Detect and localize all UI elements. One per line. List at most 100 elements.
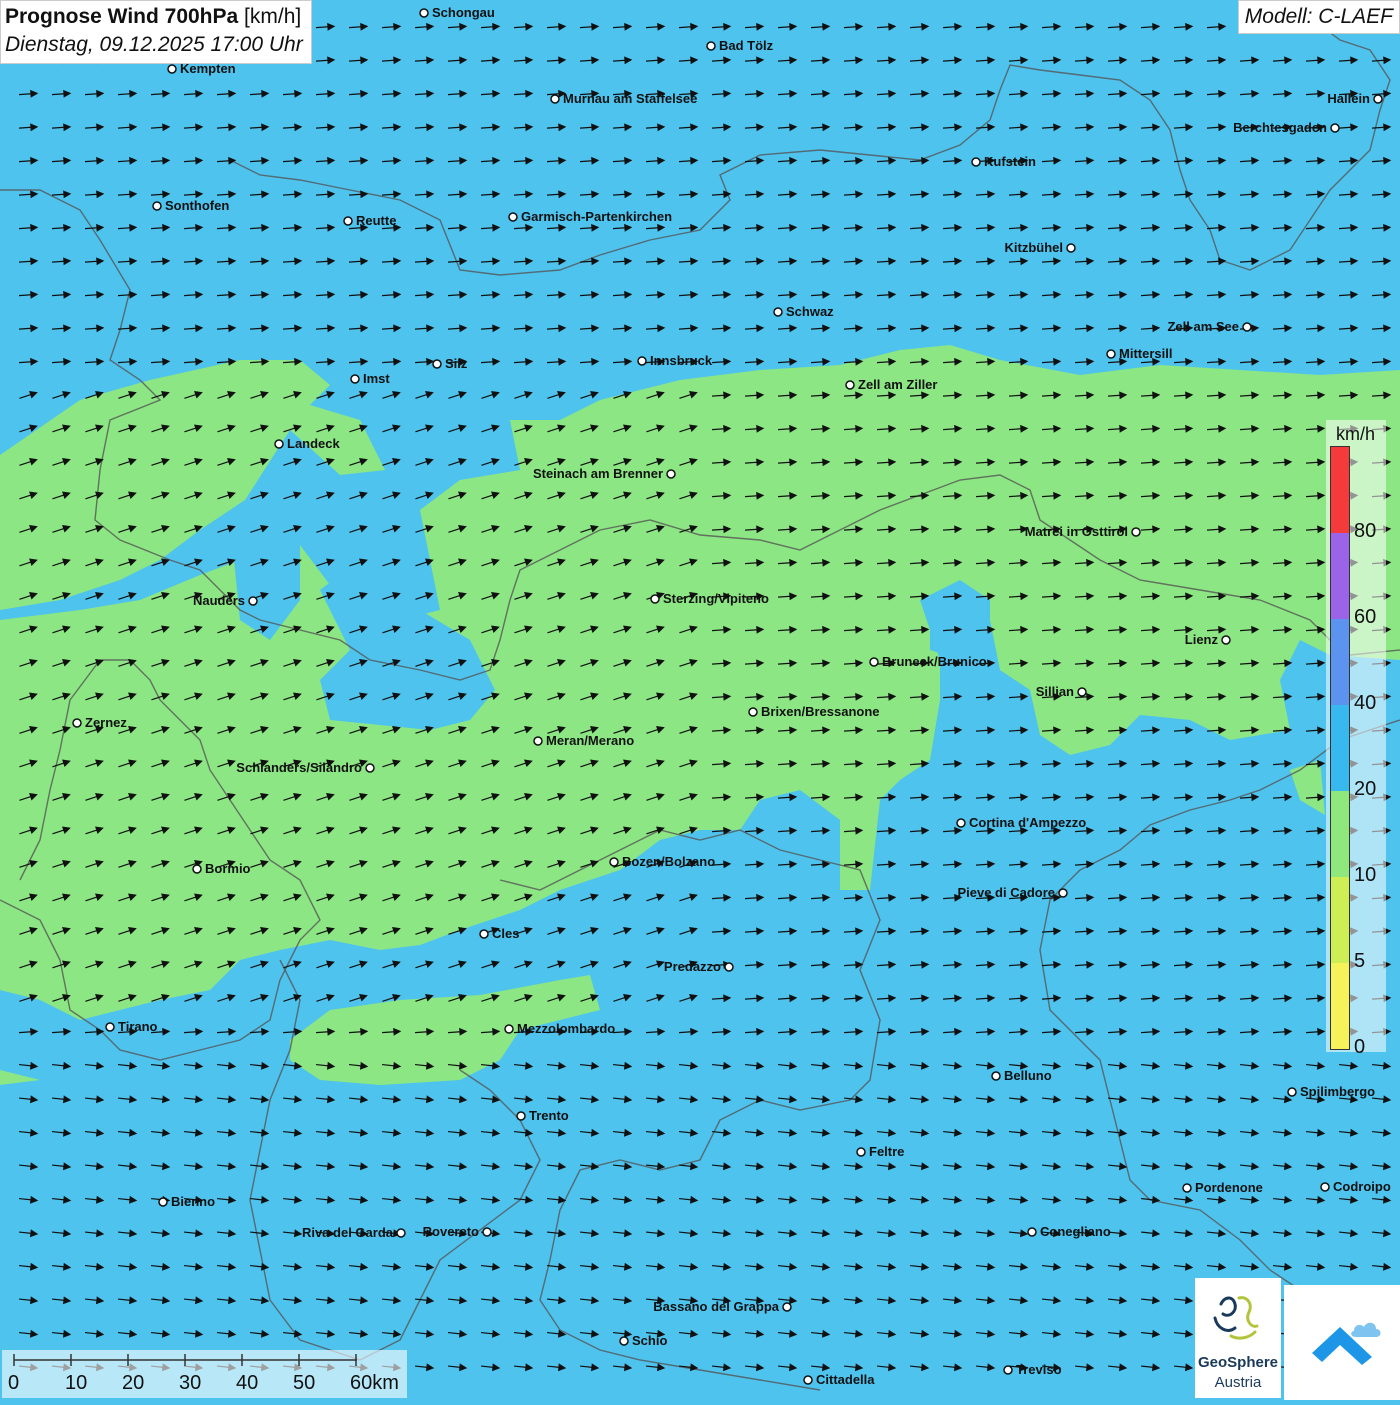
city-label: Pieve di Cadore xyxy=(957,885,1055,900)
color-legend: km/h 80 60 40 20 10 5 0 xyxy=(1326,420,1386,1058)
city-dot xyxy=(550,94,560,104)
city-dot xyxy=(1106,349,1116,359)
city-dot xyxy=(1242,322,1252,332)
city-label: Imst xyxy=(363,371,390,386)
city-label: Sonthofen xyxy=(165,198,229,213)
city-dot xyxy=(152,201,162,211)
legend-tick-label: 60 xyxy=(1354,606,1377,628)
city-label: Bozen/Bolzano xyxy=(622,854,715,869)
city-label: Kufstein xyxy=(984,154,1036,169)
city-label: Spilimbergo xyxy=(1300,1084,1375,1099)
city-dot xyxy=(1330,123,1340,133)
city-dot xyxy=(1221,635,1231,645)
city-dot xyxy=(856,1147,866,1157)
city-dot xyxy=(666,469,676,479)
city-dot xyxy=(105,1022,115,1032)
city-label: Zell am See xyxy=(1167,319,1239,334)
city-dot xyxy=(706,41,716,51)
city-label: Steinach am Brenner xyxy=(533,466,663,481)
scale-bar: 0 10 20 30 40 50 60km xyxy=(2,1350,407,1398)
city-label: Meran/Merano xyxy=(546,733,634,748)
city-dot xyxy=(479,929,489,939)
city-label: Berchtesgaden xyxy=(1233,120,1327,135)
city-label: Mezzolombardo xyxy=(517,1021,615,1036)
geosphere-logo: GeoSphere Austria xyxy=(1195,1278,1281,1398)
legend-swatch xyxy=(1331,705,1349,791)
city-dot xyxy=(1320,1182,1330,1192)
city-label: Murnau am Staffelsee xyxy=(563,91,697,106)
geosphere-country: Austria xyxy=(1214,1374,1262,1391)
city-label: Codroipo xyxy=(1333,1179,1391,1194)
city-dot xyxy=(971,157,981,167)
city-label: Bruneck/Brunico xyxy=(882,654,987,669)
city-dot xyxy=(1027,1227,1037,1237)
city-label: Sillian xyxy=(1036,684,1074,699)
city-label: Tirano xyxy=(118,1019,158,1034)
city-dot xyxy=(782,1302,792,1312)
city-label: Matrei in Osttirol xyxy=(1025,524,1128,539)
city-label: Predazzo xyxy=(664,959,721,974)
city-label: Zell am Ziller xyxy=(858,377,937,392)
city-dot xyxy=(773,307,783,317)
city-dot xyxy=(1287,1087,1297,1097)
legend-tick-label: 0 xyxy=(1354,1036,1366,1058)
city-dot xyxy=(533,736,543,746)
legend-swatch xyxy=(1331,791,1349,877)
city-label: Bormio xyxy=(205,861,251,876)
city-dot xyxy=(1077,687,1087,697)
city-label: Bienno xyxy=(171,1194,215,1209)
city-label: Sterzing/Vipiteno xyxy=(663,591,769,606)
map-title: Prognose Wind 700hPa [km/h] xyxy=(5,5,302,28)
city-label: Treviso xyxy=(1016,1362,1062,1377)
legend-unit: km/h xyxy=(1336,424,1376,444)
city-label: Cittadella xyxy=(816,1372,875,1387)
city-dot xyxy=(1373,94,1383,104)
city-dot xyxy=(504,1024,514,1034)
scale-label: 60km xyxy=(350,1372,399,1394)
city-dot xyxy=(248,596,258,606)
legend-tick-label: 5 xyxy=(1354,950,1366,972)
city-label: Garmisch-Partenkirchen xyxy=(521,209,672,224)
city-dot xyxy=(956,818,966,828)
legend-swatch xyxy=(1331,533,1349,619)
legend-tick-label: 40 xyxy=(1354,692,1377,714)
city-dot xyxy=(1066,243,1076,253)
city-dot xyxy=(432,359,442,369)
city-label: Feltre xyxy=(869,1144,904,1159)
city-label: Zernez xyxy=(85,715,127,730)
legend-swatch xyxy=(1331,447,1349,533)
wind-map[interactable]: SchongauBad TölzKemptenMurnau am Staffel… xyxy=(0,0,1400,1400)
city-dot xyxy=(991,1071,1001,1081)
city-label: Cles xyxy=(492,926,519,941)
city-dot xyxy=(508,212,518,222)
city-label: Lienz xyxy=(1185,632,1219,647)
city-label: Mittersill xyxy=(1119,346,1172,361)
city-label: Riva del Garda xyxy=(302,1225,394,1240)
city-dot xyxy=(637,356,647,366)
city-label: Nauders xyxy=(193,593,245,608)
city-dot xyxy=(350,374,360,384)
city-label: Trento xyxy=(529,1108,569,1123)
city-dot xyxy=(609,857,619,867)
city-dot xyxy=(1058,888,1068,898)
scale-label: 0 xyxy=(8,1372,20,1394)
city-label: Silz xyxy=(445,356,468,371)
city-label: Landeck xyxy=(287,436,341,451)
legend-tick-label: 80 xyxy=(1354,520,1377,542)
city-label: Schwaz xyxy=(786,304,834,319)
city-dot xyxy=(724,962,734,972)
city-dot xyxy=(748,707,758,717)
city-dot xyxy=(1003,1365,1013,1375)
city-dot xyxy=(158,1197,168,1207)
city-label: Belluno xyxy=(1004,1068,1052,1083)
app-logo xyxy=(1284,1285,1400,1400)
city-label: Schio xyxy=(632,1333,667,1348)
city-label: Bad Tölz xyxy=(719,38,774,53)
model-label: Modell: C-LAEF xyxy=(1237,0,1400,34)
city-label: Pordenone xyxy=(1195,1180,1263,1195)
legend-colorbar xyxy=(1330,446,1350,1050)
city-dot xyxy=(365,763,375,773)
city-dot xyxy=(72,718,82,728)
unit-label: [km/h] xyxy=(244,5,302,28)
legend-swatch xyxy=(1331,877,1349,963)
